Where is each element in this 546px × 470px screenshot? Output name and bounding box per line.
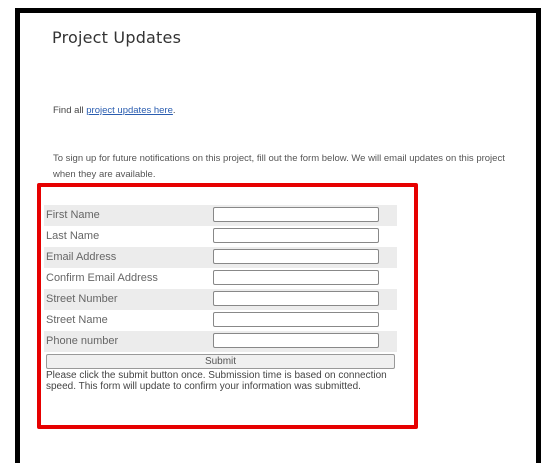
first-name-label: First Name (44, 205, 207, 226)
form-row-first-name: First Name (44, 205, 397, 226)
email-label: Email Address (44, 247, 207, 268)
find-suffix: . (172, 105, 176, 116)
find-prefix: Find all (53, 105, 87, 116)
form-row-confirm-email: Confirm Email Address (44, 268, 397, 289)
project-updates-link[interactable]: project updates here (86, 105, 173, 116)
last-name-label: Last Name (44, 226, 207, 247)
last-name-input[interactable] (213, 228, 379, 243)
form-row-email: Email Address (44, 247, 397, 268)
street-name-label: Street Name (44, 310, 207, 331)
confirm-email-label: Confirm Email Address (44, 268, 207, 289)
signup-form: First Name Last Name Email Address Confi… (44, 205, 397, 392)
find-updates-text: Find all project updates here. (53, 105, 176, 116)
submission-note: Please click the submit button once. Sub… (46, 370, 387, 392)
phone-input[interactable] (213, 333, 379, 348)
form-row-last-name: Last Name (44, 226, 397, 247)
signup-instructions: To sign up for future notifications on t… (53, 153, 505, 180)
submit-row: Submit (44, 353, 395, 371)
form-row-street-name: Street Name (44, 310, 397, 331)
form-row-street-number: Street Number (44, 289, 397, 310)
confirm-email-input[interactable] (213, 270, 379, 285)
first-name-input[interactable] (213, 207, 379, 222)
phone-label: Phone number (44, 331, 207, 352)
email-input[interactable] (213, 249, 379, 264)
form-row-phone: Phone number (44, 331, 397, 352)
street-name-input[interactable] (213, 312, 379, 327)
submit-button[interactable]: Submit (46, 354, 395, 369)
page-title: Project Updates (52, 28, 182, 47)
street-number-input[interactable] (213, 291, 379, 306)
street-number-label: Street Number (44, 289, 207, 310)
